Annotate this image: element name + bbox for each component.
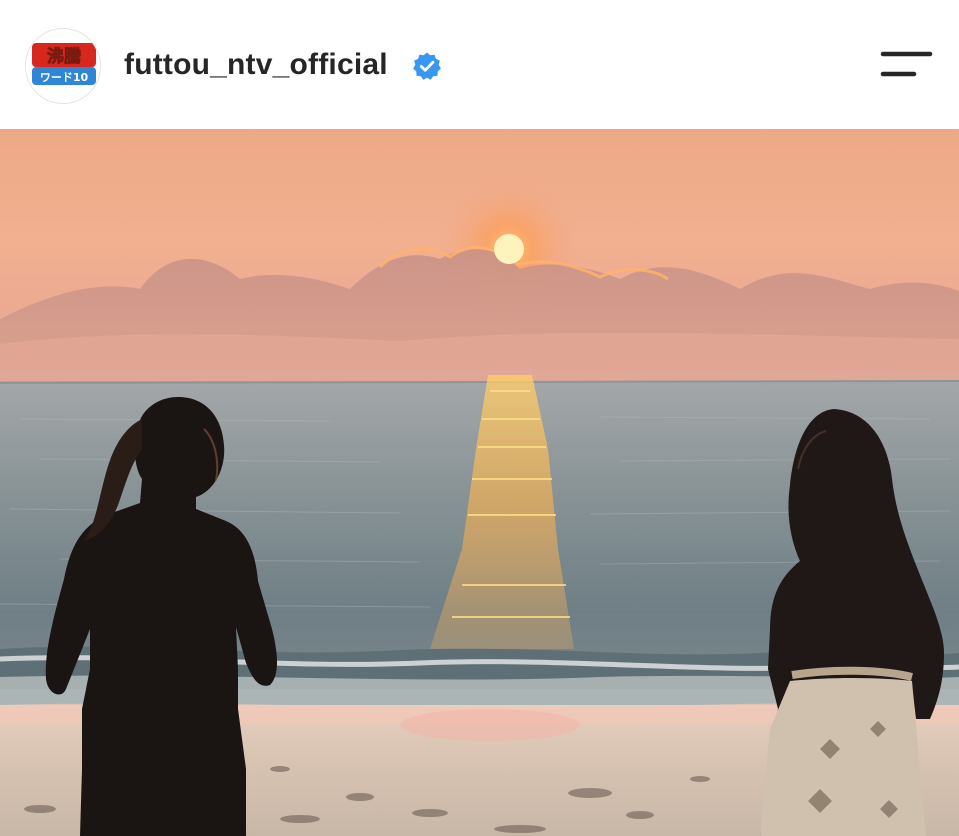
sunset-beach-photo [0, 129, 959, 836]
username[interactable]: futtou_ntv_official [124, 44, 388, 86]
sun [494, 234, 524, 264]
profile-avatar[interactable]: 沸騰 ワード10 [25, 28, 101, 104]
show-logo-icon: 沸騰 ワード10 [26, 29, 100, 103]
hamburger-menu-icon[interactable] [876, 46, 936, 86]
avatar-text-top: 沸騰 [47, 46, 82, 67]
post-photo[interactable] [0, 129, 959, 836]
post-header: 沸騰 ワード10 futtou_ntv_official [0, 0, 959, 129]
verified-badge-icon [413, 52, 441, 80]
avatar-text-bottom: ワード10 [40, 71, 89, 84]
